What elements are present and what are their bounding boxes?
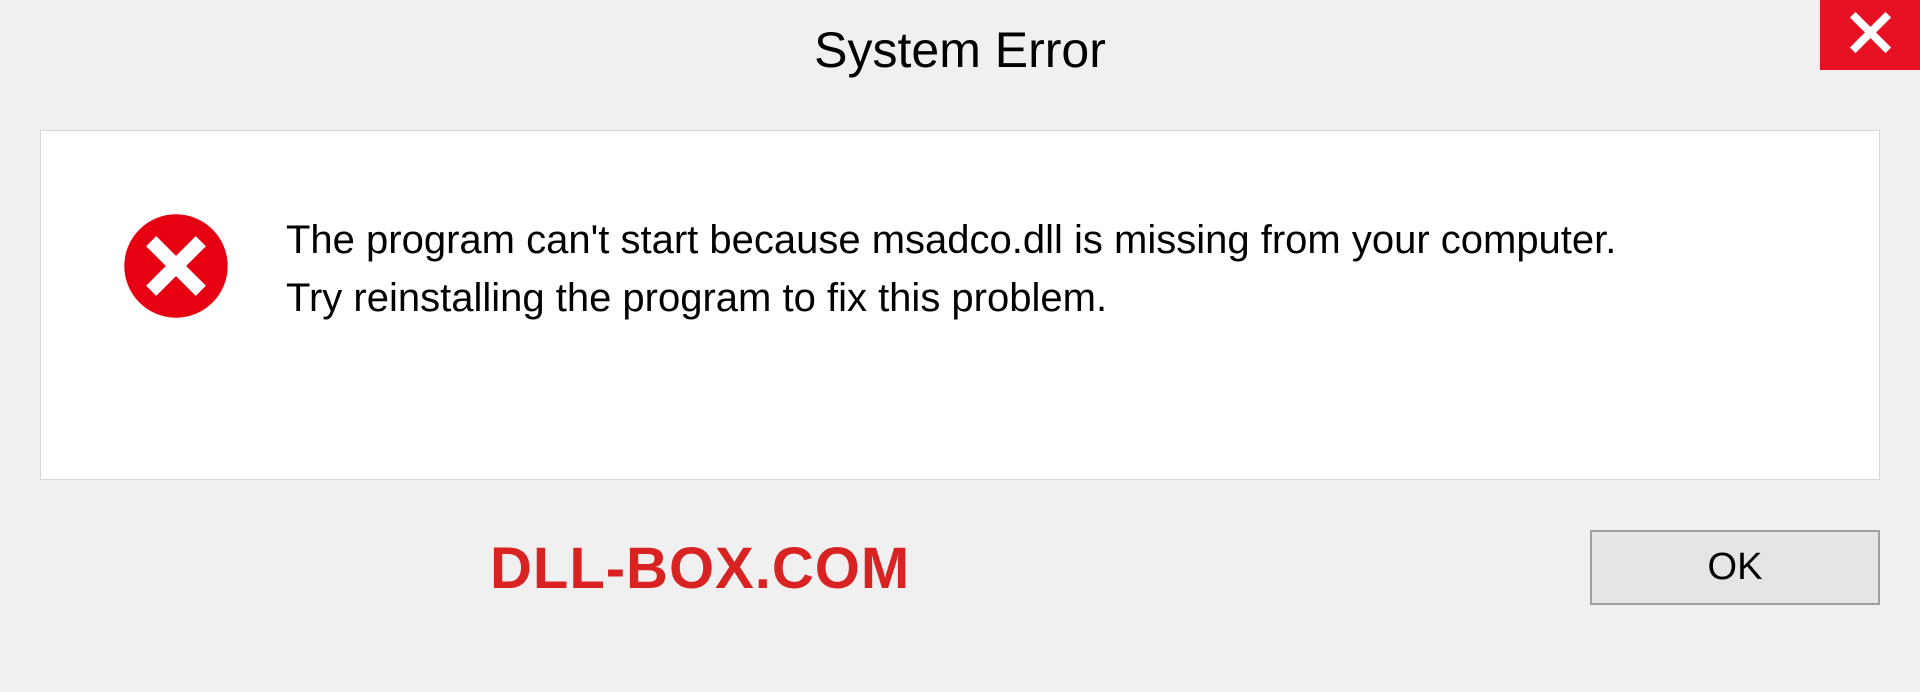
dialog-title: System Error bbox=[814, 21, 1106, 79]
message-panel: The program can't start because msadco.d… bbox=[40, 130, 1880, 480]
close-button[interactable] bbox=[1820, 0, 1920, 70]
footer: DLL-BOX.COM OK bbox=[40, 510, 1880, 650]
ok-button-label: OK bbox=[1708, 546, 1763, 589]
error-message-line2: Try reinstalling the program to fix this… bbox=[286, 269, 1616, 327]
ok-button[interactable]: OK bbox=[1590, 530, 1880, 605]
error-message-line1: The program can't start because msadco.d… bbox=[286, 211, 1616, 269]
error-icon bbox=[121, 211, 231, 326]
error-message: The program can't start because msadco.d… bbox=[286, 211, 1616, 327]
titlebar: System Error bbox=[0, 0, 1920, 100]
close-icon bbox=[1848, 10, 1893, 60]
watermark-text: DLL-BOX.COM bbox=[490, 535, 910, 602]
